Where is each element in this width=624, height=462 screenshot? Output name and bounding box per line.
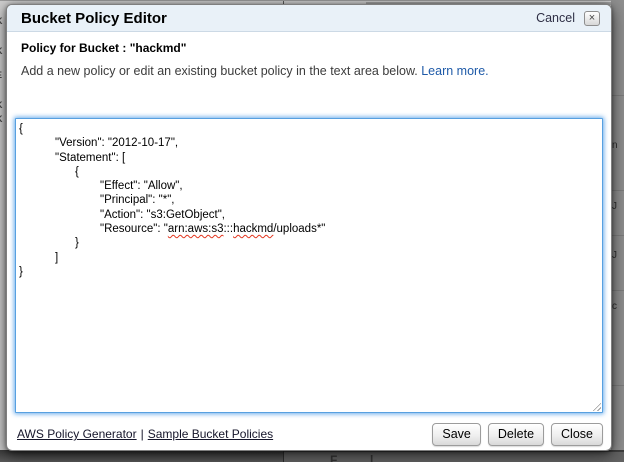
spellcheck-underline: hackmd (233, 223, 273, 235)
policy-line: "Action": "s3:GetObject", (16, 208, 602, 222)
background-text-fragment: J (612, 201, 617, 212)
background-text-fragment: J (612, 250, 617, 261)
policy-line: "Statement": [ (16, 151, 602, 165)
description-text: Add a new policy or edit an existing buc… (21, 64, 421, 78)
footer-links: AWS Policy Generator | Sample Bucket Polic… (15, 427, 273, 441)
close-icon[interactable]: × (584, 11, 600, 26)
background-text-fragment: E (0, 70, 2, 80)
background-text-fragment: K (0, 46, 3, 56)
dialog-description: Add a new policy or edit an existing buc… (21, 64, 597, 78)
background-text-fragment: n (612, 140, 618, 151)
link-separator: | (141, 427, 144, 441)
policy-line: { (16, 122, 602, 136)
background-text-fragment: K (0, 16, 3, 26)
close-button[interactable]: Close (551, 423, 603, 446)
sample-bucket-policies-link[interactable]: Sample Bucket Policies (148, 427, 273, 441)
footer-buttons: Save Delete Close (432, 423, 603, 446)
background-text-fragment: K (0, 100, 3, 110)
policy-line: { (16, 165, 602, 179)
policy-line: "Principal": "*", (16, 193, 602, 207)
background-text-fragment: c (612, 301, 617, 312)
policy-textarea[interactable]: { "Version": "2012-10-17", "Statement": … (15, 118, 603, 413)
textarea-resize-grip-icon[interactable] (590, 400, 601, 411)
delete-button[interactable]: Delete (488, 423, 544, 446)
policy-line-resource: "Resource": "arn:aws:s3:::hackmd/uploads… (16, 222, 602, 236)
background-page-bottom-edge: F l (0, 450, 624, 462)
save-button[interactable]: Save (432, 423, 481, 446)
policy-line: } (16, 265, 602, 279)
dialog-title: Bucket Policy Editor (21, 10, 536, 27)
background-text-fragment: l (370, 453, 373, 462)
policy-for-bucket-label: Policy for Bucket : "hackmd" (21, 41, 597, 55)
aws-policy-generator-link[interactable]: AWS Policy Generator (17, 427, 137, 441)
spellcheck-underline: arn:aws:s3 (168, 223, 224, 235)
policy-line: } (16, 236, 602, 250)
background-page-right-edge: n J J c (611, 0, 624, 462)
dialog-footer: AWS Policy Generator | Sample Bucket Polic… (15, 421, 603, 447)
learn-more-link[interactable]: Learn more. (421, 64, 488, 78)
policy-line: "Effect": "Allow", (16, 179, 602, 193)
cancel-link[interactable]: Cancel (536, 11, 575, 25)
background-text-fragment: F (330, 453, 337, 462)
bucket-policy-editor-dialog: Bucket Policy Editor Cancel × Policy for… (6, 4, 612, 451)
dialog-header: Bucket Policy Editor Cancel × (7, 5, 611, 32)
policy-line: ] (16, 251, 602, 265)
background-column-divider (283, 450, 284, 462)
policy-line: "Version": "2012-10-17", (16, 136, 602, 150)
background-text-fragment: K (0, 114, 3, 124)
